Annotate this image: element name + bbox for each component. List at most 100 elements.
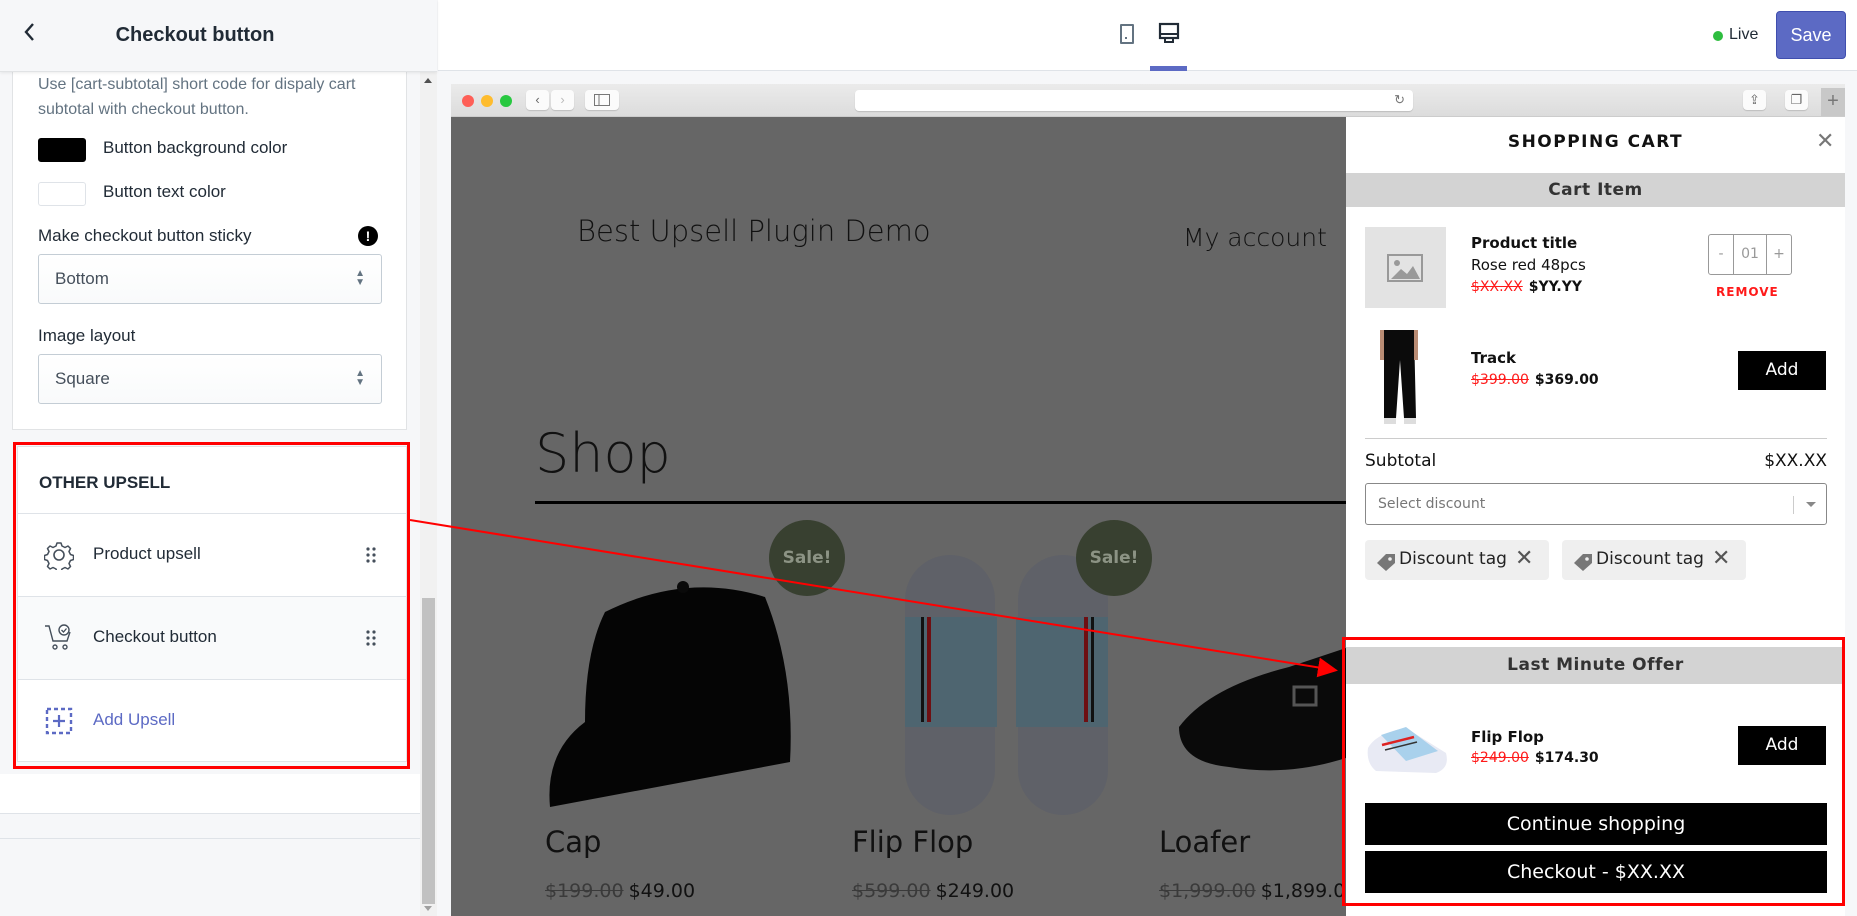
nav-my-account[interactable]: My account [1183, 223, 1327, 252]
upsell-item-checkout-button[interactable]: Checkout button [18, 596, 406, 679]
product-old-price: $1,999.00 [1159, 880, 1256, 902]
remove-tag-icon[interactable]: ✕ [1515, 546, 1533, 571]
tabs-overview-icon[interactable]: ❐ [1785, 90, 1808, 110]
reload-icon[interactable]: ↻ [1394, 92, 1405, 108]
quantity-input[interactable]: 01 [1734, 235, 1767, 274]
product-sale-price: $249.00 [935, 880, 1015, 902]
discount-tag: Discount tag ✕ [1365, 540, 1549, 580]
add-track-button[interactable]: Add [1738, 351, 1826, 390]
cart-item-sale-price: $YY.YY [1528, 279, 1583, 295]
cart-item-heading: Cart Item [1346, 173, 1845, 207]
browser-chrome: ‹ › ↻ ⇪ ❐ + [451, 84, 1845, 117]
scroll-up-arrow-icon[interactable] [424, 78, 432, 83]
product-image-track [1380, 330, 1418, 424]
discount-placeholder: Select discount [1378, 496, 1486, 512]
new-tab-button[interactable]: + [1821, 88, 1845, 116]
drag-handle-icon[interactable] [366, 630, 376, 646]
product-name[interactable]: Loafer [1159, 825, 1250, 859]
image-layout-value: Square [55, 369, 110, 388]
image-layout-label: Image layout [38, 326, 136, 345]
browser-forward-button[interactable]: › [551, 90, 574, 110]
share-icon[interactable]: ⇪ [1743, 90, 1766, 110]
discount-select[interactable]: Select discount [1365, 483, 1827, 525]
sidebar-divider [0, 838, 420, 839]
upsell-product-name: Track [1471, 349, 1516, 367]
remove-item-link[interactable]: REMOVE [1716, 285, 1779, 299]
close-window-icon[interactable] [462, 95, 474, 107]
add-dashed-box-icon [45, 707, 73, 735]
subtotal-value: $XX.XX [1764, 451, 1827, 471]
product-image-flip-flop-offer [1367, 727, 1447, 773]
checkout-button-settings-card: Use [cart-subtotal] short code for dispa… [12, 72, 407, 430]
desktop-view-icon[interactable] [1158, 22, 1180, 46]
sidebar-bottom-card [0, 774, 420, 814]
product-placeholder-image [1365, 227, 1446, 308]
offer-product-name: Flip Flop [1471, 728, 1544, 746]
drag-handle-icon[interactable] [366, 547, 376, 563]
product-old-price: $199.00 [545, 880, 624, 902]
add-offer-button[interactable]: Add [1738, 726, 1826, 765]
product-name[interactable]: Flip Flop [852, 825, 973, 859]
checkout-button[interactable]: Checkout - $XX.XX [1365, 851, 1827, 893]
scroll-down-arrow-icon[interactable] [424, 906, 432, 911]
sidebar-toggle-icon[interactable] [585, 90, 619, 110]
site-title[interactable]: Best Upsell Plugin Demo [577, 214, 931, 248]
shopping-cart-drawer: SHOPPING CART ✕ Cart Item Product title … [1346, 117, 1845, 916]
minimize-window-icon[interactable] [481, 95, 493, 107]
remove-tag-icon[interactable]: ✕ [1712, 546, 1730, 571]
increase-qty-button[interactable]: + [1767, 235, 1791, 274]
other-upsell-card: OTHER UPSELL Product upsell Checkout but… [17, 446, 407, 762]
select-arrows-icon: ▲ ▼ [355, 368, 365, 388]
bg-color-swatch[interactable] [38, 138, 86, 162]
text-color-label: Button text color [103, 182, 226, 201]
upsell-product-price: $399.00 $369.00 [1471, 372, 1599, 388]
mobile-view-icon[interactable] [1120, 24, 1134, 44]
cart-check-icon [45, 624, 71, 650]
product-image-flip-flop[interactable] [871, 547, 1131, 837]
maximize-window-icon[interactable] [500, 95, 512, 107]
sidebar-header: Checkout button [0, 0, 437, 72]
browser-back-button[interactable]: ‹ [526, 90, 549, 110]
active-device-indicator [1150, 66, 1187, 71]
bg-color-label: Button background color [103, 138, 288, 157]
tag-icon [1377, 554, 1395, 571]
gear-icon [44, 542, 74, 570]
close-icon[interactable]: ✕ [1816, 129, 1834, 154]
product-sale-price: $1,899.00 [1260, 880, 1358, 902]
subtotal-label: Subtotal [1365, 451, 1437, 471]
product-sale-price: $49.00 [628, 880, 696, 902]
upsell-item-product-upsell[interactable]: Product upsell [18, 513, 406, 596]
sticky-select[interactable]: Bottom ▲ ▼ [38, 254, 382, 304]
cart-divider [1365, 438, 1827, 439]
preview-toolbar: Live Save [438, 0, 1857, 71]
image-layout-select[interactable]: Square ▲ ▼ [38, 354, 382, 404]
sidebar-scrollbar[interactable] [420, 72, 437, 916]
scrollbar-thumb[interactable] [422, 598, 435, 904]
live-status-dot [1713, 31, 1723, 41]
last-minute-offer-heading: Last Minute Offer [1346, 647, 1845, 684]
product-name[interactable]: Cap [545, 825, 601, 859]
offer-product-price: $249.00 $174.30 [1471, 750, 1599, 766]
upsell-sale-price: $369.00 [1534, 372, 1599, 388]
upsell-item-label: Product upsell [93, 544, 201, 563]
settings-sidebar: Checkout button Use [cart-subtotal] shor… [0, 0, 437, 916]
cart-item-price: $XX.XX $YY.YY [1471, 279, 1582, 295]
product-image-loafer[interactable] [1169, 647, 1349, 777]
sidebar-title: Checkout button [115, 24, 275, 46]
decrease-qty-button[interactable]: - [1709, 235, 1734, 274]
continue-shopping-button[interactable]: Continue shopping [1365, 803, 1827, 845]
save-button[interactable]: Save [1776, 11, 1846, 59]
offer-sale-price: $174.30 [1534, 750, 1599, 766]
discount-tag: Discount tag ✕ [1562, 540, 1746, 580]
address-bar[interactable]: ↻ [855, 90, 1413, 111]
add-upsell-button[interactable]: Add Upsell [18, 679, 406, 761]
sticky-select-value: Bottom [55, 269, 109, 288]
text-color-swatch[interactable] [38, 182, 86, 206]
sale-badge: Sale! [1076, 520, 1152, 596]
product-price: $1,999.00 $1,899.00 [1159, 880, 1357, 902]
select-separator [1793, 496, 1794, 514]
last-minute-offer-section: Last Minute Offer Flip Flop $249.00 $174.… [1346, 643, 1845, 916]
sale-badge: Sale! [769, 520, 845, 596]
info-icon[interactable]: ! [358, 226, 378, 246]
select-arrows-icon: ▲ ▼ [355, 268, 365, 288]
